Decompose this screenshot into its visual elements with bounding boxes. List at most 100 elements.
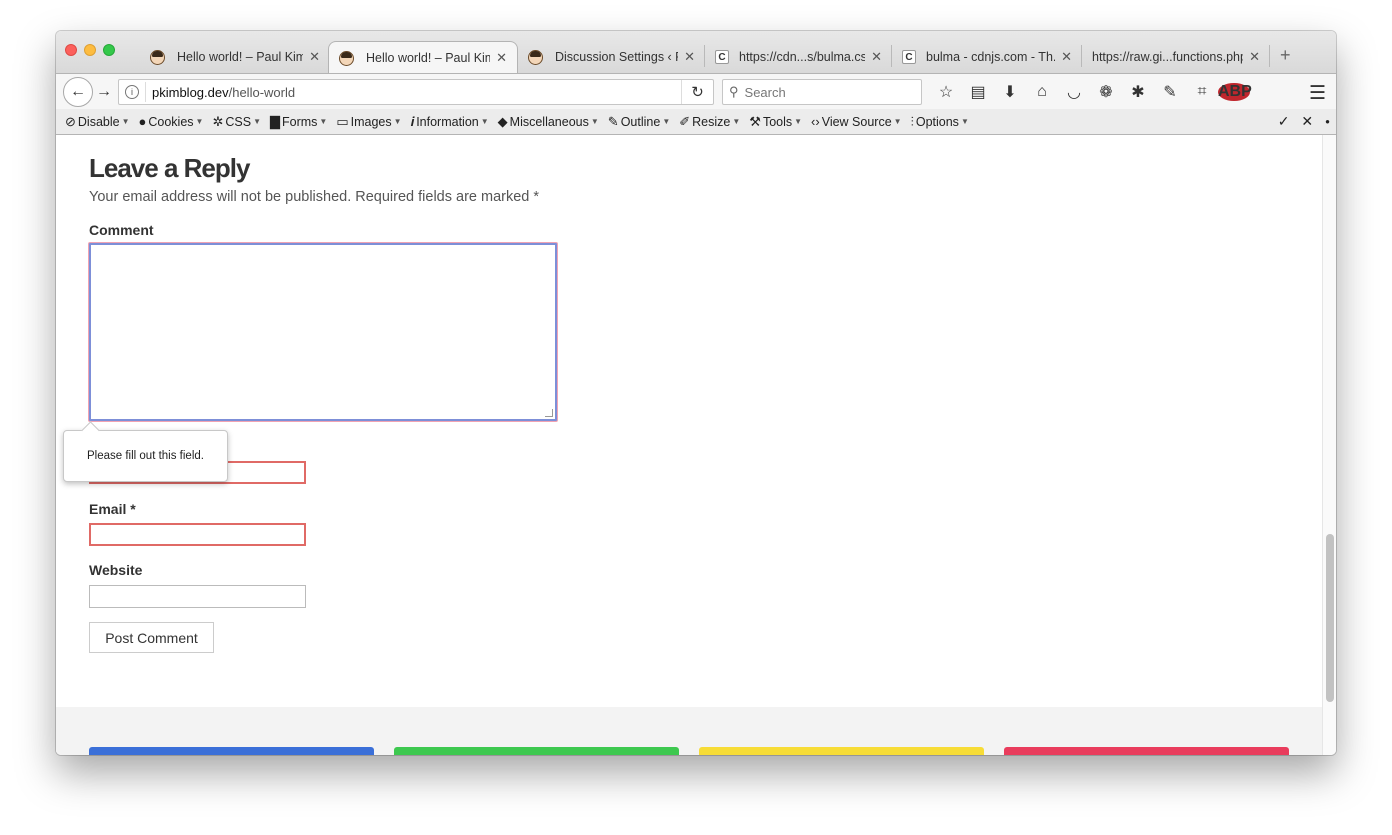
page-content: Leave a Reply Your email address will no… bbox=[56, 135, 1322, 755]
bookmark-star-icon[interactable]: ☆ bbox=[930, 82, 962, 102]
avatar-icon bbox=[150, 49, 165, 65]
close-icon[interactable]: ✕ bbox=[309, 49, 320, 65]
email-label: Email * bbox=[89, 501, 136, 517]
back-arrow-icon[interactable]: ← bbox=[63, 77, 93, 107]
tab-title: Hello world! – Paul Kim bbox=[366, 51, 491, 65]
wd-css[interactable]: ✲ CSS ▼ bbox=[212, 114, 261, 130]
close-icon[interactable]: ✕ bbox=[1249, 49, 1260, 65]
email-field[interactable] bbox=[89, 523, 306, 546]
code-icon: ‹› bbox=[811, 114, 820, 129]
wd-resize[interactable]: ✐ Resize ▼ bbox=[679, 114, 740, 130]
tab-6[interactable]: https://raw.gi...functions.php ✕ bbox=[1082, 41, 1270, 73]
search-icon: ⚲ bbox=[729, 84, 739, 99]
close-icon[interactable]: ✕ bbox=[496, 50, 507, 66]
wd-images[interactable]: ▭ Images ▼ bbox=[336, 114, 401, 130]
tab-strip: Hello world! – Paul Kim ✕ Hello world! –… bbox=[56, 31, 1336, 74]
wd-label: Resize bbox=[692, 114, 731, 129]
wd-view-source[interactable]: ‹› View Source ▼ bbox=[811, 114, 902, 129]
footer bbox=[56, 707, 1322, 755]
wrench-icon: ⚒ bbox=[749, 113, 761, 129]
pocket-icon[interactable]: ◡ bbox=[1058, 82, 1090, 102]
download-icon[interactable]: ⬇ bbox=[994, 82, 1026, 102]
close-icon[interactable]: ✕ bbox=[1061, 49, 1072, 65]
tab-2-active[interactable]: Hello world! – Paul Kim ✕ bbox=[328, 41, 518, 74]
comment-label: Comment bbox=[89, 222, 154, 238]
bug-icon[interactable]: ✱ bbox=[1122, 82, 1154, 102]
post-comment-button[interactable]: Post Comment bbox=[89, 622, 214, 653]
reply-note: Your email address will not be published… bbox=[89, 189, 540, 205]
close-icon[interactable]: ✕ bbox=[871, 49, 882, 65]
wd-cookies[interactable]: ● Cookies ▼ bbox=[139, 114, 204, 129]
wd-tools[interactable]: ⚒ Tools ▼ bbox=[749, 114, 802, 130]
search-input[interactable]: ⚲ Search bbox=[722, 79, 922, 105]
minimize-window-button[interactable] bbox=[84, 44, 96, 56]
wd-options[interactable]: ⫶ Options ▼ bbox=[911, 114, 969, 130]
forward-arrow-icon[interactable]: → bbox=[96, 83, 112, 101]
wd-label: Cookies bbox=[148, 114, 194, 129]
cube-icon: ◆ bbox=[497, 113, 508, 129]
info-icon[interactable]: i bbox=[125, 85, 139, 99]
reply-heading: Leave a Reply bbox=[89, 153, 250, 183]
info-icon: 𝒊 bbox=[410, 113, 415, 129]
close-icon[interactable]: ✕ bbox=[1301, 113, 1313, 131]
tab-title: Hello world! – Paul Kim bbox=[177, 50, 304, 64]
c-letter-icon: C bbox=[715, 50, 729, 64]
checkmark-icon[interactable]: ✓ bbox=[1278, 113, 1290, 131]
zoom-window-button[interactable] bbox=[103, 44, 115, 56]
close-icon[interactable]: ✕ bbox=[684, 49, 695, 65]
c-letter-icon: C bbox=[902, 50, 916, 64]
url-bar[interactable]: i pkimblog.dev/hello-world ↻ bbox=[118, 79, 714, 105]
wd-label: Outline bbox=[620, 114, 661, 129]
tab-5[interactable]: C bulma - cdnjs.com - Th... ✕ bbox=[892, 41, 1082, 73]
tab-4[interactable]: C https://cdn...s/bulma.css ✕ bbox=[705, 41, 892, 73]
adblock-icon[interactable]: ABP bbox=[1218, 83, 1252, 101]
resize-handle[interactable] bbox=[545, 409, 553, 417]
wand-icon: ✲ bbox=[212, 113, 224, 129]
wd-outline[interactable]: ✎ Outline ▼ bbox=[608, 114, 670, 130]
wd-label: Miscellaneous bbox=[509, 114, 589, 129]
crop-icon[interactable]: ⌗ bbox=[1186, 83, 1218, 101]
disable-icon: ⊘ bbox=[65, 113, 76, 129]
eyedropper-icon[interactable]: ✎ bbox=[1154, 82, 1186, 102]
clipboard-icon: ▇ bbox=[270, 113, 280, 129]
pencil-icon: ✎ bbox=[607, 113, 619, 129]
wd-miscellaneous[interactable]: ◆ Miscellaneous ▼ bbox=[498, 114, 599, 130]
avatar-icon bbox=[339, 50, 354, 66]
navigation-bar: ← → i pkimblog.dev/hello-world ↻ ⚲ Searc… bbox=[56, 73, 1336, 109]
tab-title: Discussion Settings ‹ P... bbox=[555, 50, 678, 64]
scrollbar-thumb[interactable] bbox=[1326, 534, 1334, 702]
wd-label: Information bbox=[416, 114, 479, 129]
comment-textarea[interactable] bbox=[89, 243, 557, 421]
wd-label: View Source bbox=[821, 114, 892, 129]
home-icon[interactable]: ⌂ bbox=[1026, 83, 1058, 101]
website-label: Website bbox=[89, 562, 143, 578]
new-tab-icon[interactable]: + bbox=[1280, 45, 1291, 66]
extension-icon[interactable]: ❁ bbox=[1090, 82, 1122, 102]
tab-3[interactable]: Discussion Settings ‹ P... ✕ bbox=[518, 41, 705, 73]
wd-information[interactable]: 𝒊 Information ▼ bbox=[411, 114, 489, 130]
website-field[interactable] bbox=[89, 585, 306, 608]
reading-list-icon[interactable]: ▤ bbox=[962, 82, 994, 102]
reload-icon[interactable]: ↻ bbox=[681, 80, 713, 104]
wd-label: Options bbox=[915, 114, 959, 129]
person-icon: ● bbox=[138, 114, 147, 129]
wd-forms[interactable]: ▇ Forms ▼ bbox=[270, 114, 327, 130]
tab-title: https://raw.gi...functions.php bbox=[1092, 50, 1244, 64]
ruler-icon: ✐ bbox=[679, 113, 691, 129]
avatar-icon bbox=[528, 49, 543, 65]
dot-icon[interactable]: ● bbox=[1325, 113, 1330, 131]
footer-bar-blue bbox=[89, 747, 374, 755]
menu-icon[interactable]: ☰ bbox=[1309, 82, 1326, 105]
tab-title: https://cdn...s/bulma.css bbox=[739, 50, 866, 64]
wd-label: Forms bbox=[282, 114, 318, 129]
tab-1[interactable]: Hello world! – Paul Kim ✕ bbox=[140, 41, 330, 73]
image-icon: ▭ bbox=[336, 113, 349, 129]
wd-disable[interactable]: ⊘ Disable ▼ bbox=[65, 114, 130, 130]
footer-bar-red bbox=[1004, 747, 1289, 755]
close-window-button[interactable] bbox=[65, 44, 77, 56]
wd-label: Tools bbox=[762, 114, 793, 129]
browser-window: Hello world! – Paul Kim ✕ Hello world! –… bbox=[56, 31, 1336, 755]
validation-tooltip: Please fill out this field. bbox=[63, 430, 228, 482]
wd-label: CSS bbox=[225, 114, 252, 129]
footer-bar-green bbox=[394, 747, 679, 755]
